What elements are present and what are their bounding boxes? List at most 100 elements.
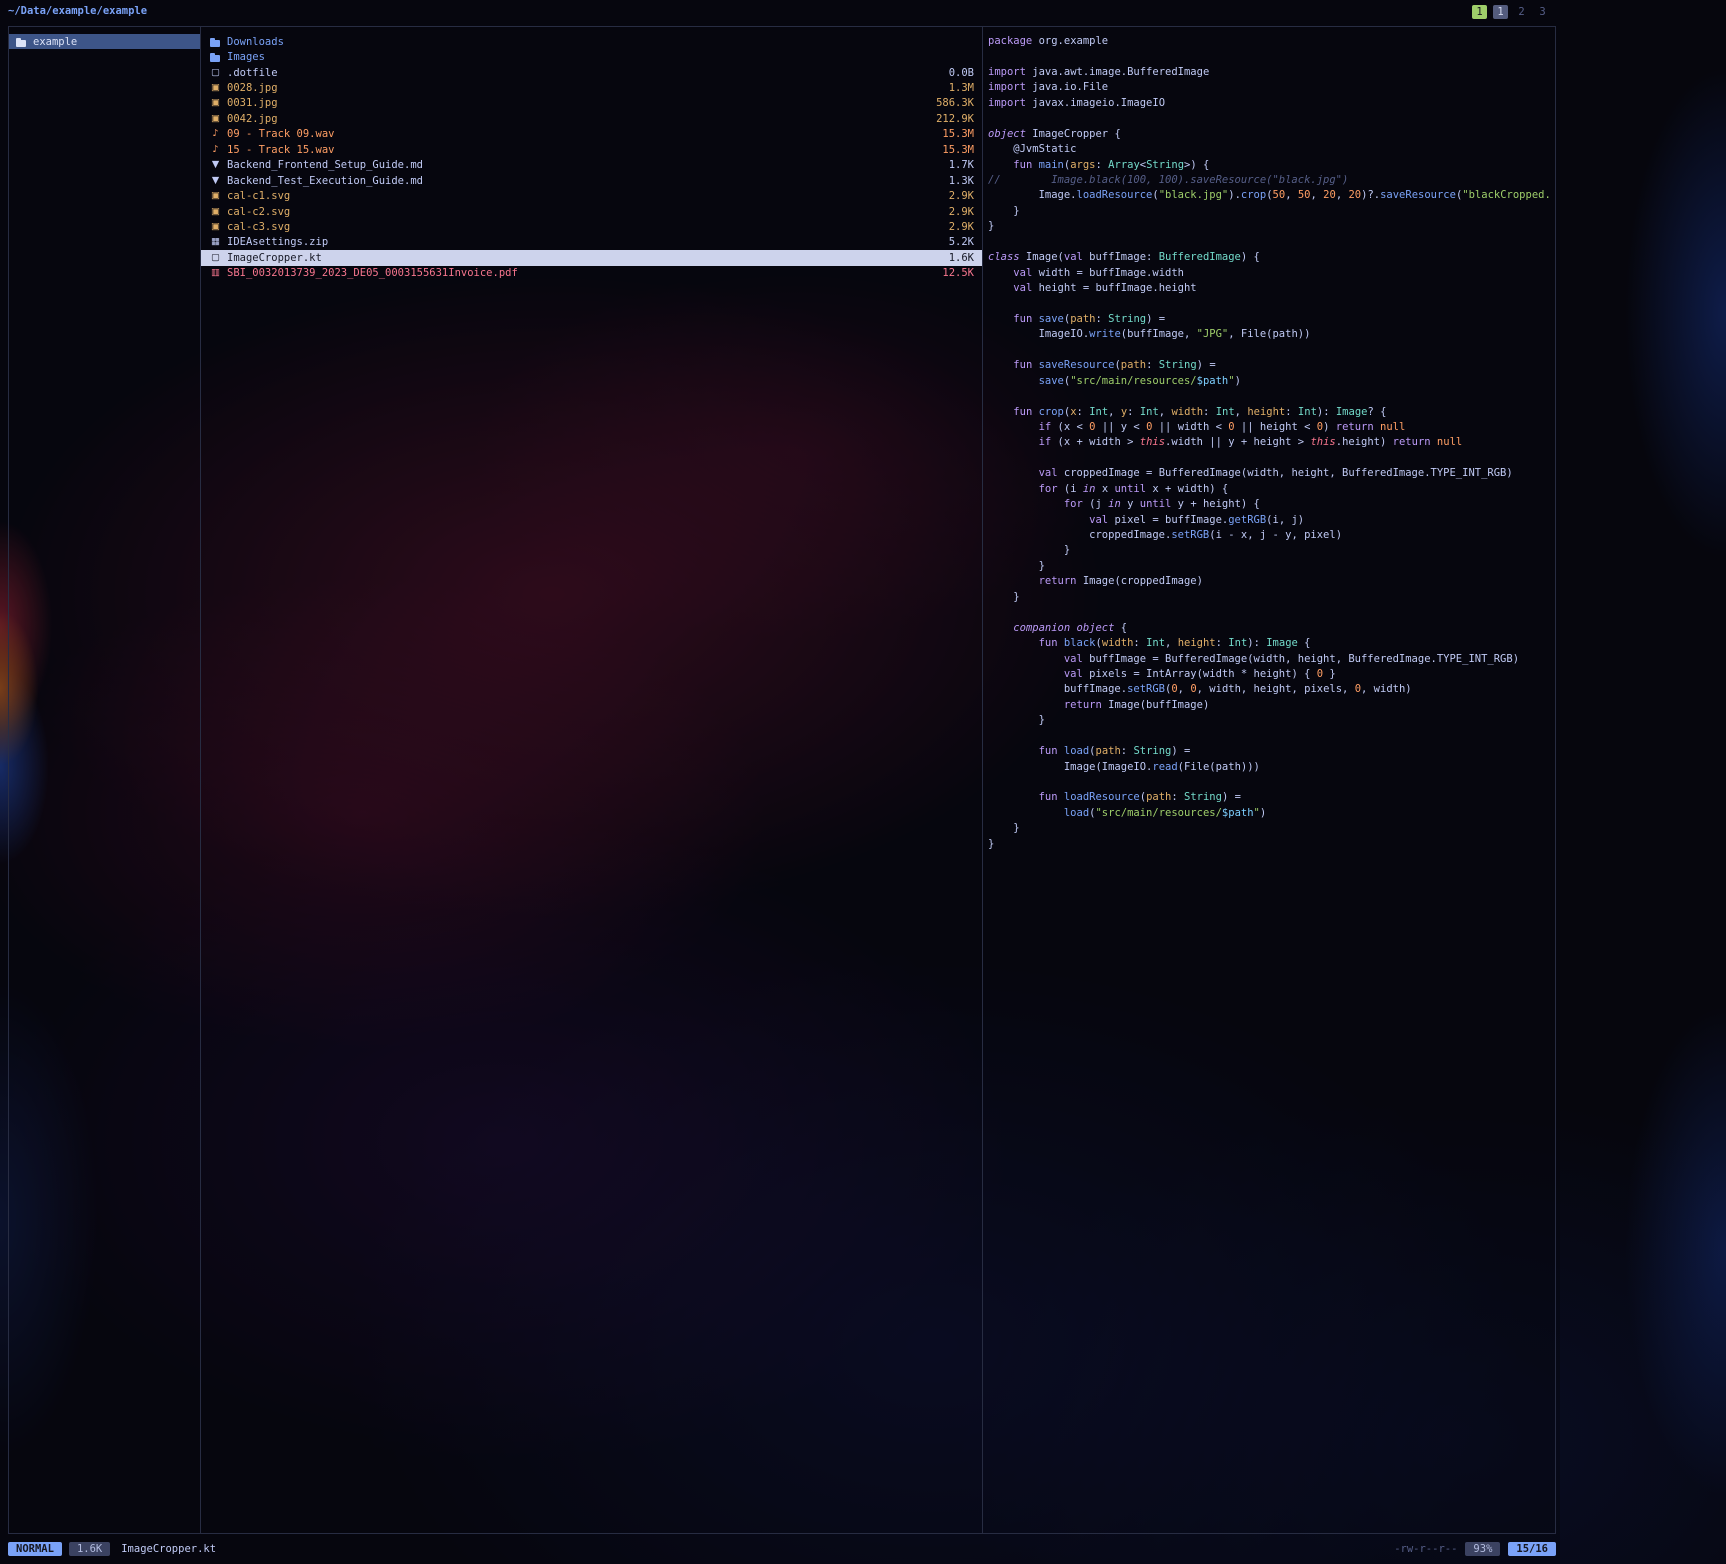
kotlin-icon: ▢ xyxy=(209,252,222,264)
scroll-percent-badge: 93% xyxy=(1465,1542,1500,1556)
image-icon: ▣ xyxy=(209,82,222,94)
file-size: 1.3M xyxy=(939,82,974,94)
parent-list: example xyxy=(9,34,200,49)
tab-2[interactable]: 1 xyxy=(1493,5,1508,19)
code-line: buffImage.setRGB(0, 0, width, height, pi… xyxy=(988,682,1552,697)
file-size-badge: 1.6K xyxy=(69,1542,110,1556)
code-line: val pixel = buffImage.getRGB(i, j) xyxy=(988,513,1552,528)
audio-icon: ♪ xyxy=(209,128,222,140)
file-row[interactable]: ▣0042.jpg212.9K xyxy=(201,111,982,126)
code-line xyxy=(988,296,1552,311)
preview-pane[interactable]: package org.example import java.awt.imag… xyxy=(983,27,1555,1533)
file-row[interactable]: Downloads xyxy=(201,34,982,49)
file-name: IDEAsettings.zip xyxy=(227,236,328,248)
file-row[interactable]: ▥ SBI_0032013739_2023_DE05_0003155631Invo… xyxy=(201,266,982,281)
file-icon: ▢ xyxy=(209,67,222,79)
file-row[interactable]: ▢ ImageCropper.kt 1.6K xyxy=(201,250,982,265)
file-row[interactable]: ▣cal-c2.svg2.9K xyxy=(201,204,982,219)
file-row[interactable]: Images xyxy=(201,49,982,64)
pane-container: example Downloads Images ▢ .dotfile 0.0B ▣ 002… xyxy=(8,26,1556,1534)
code-line xyxy=(988,343,1552,358)
code-line: fun save(path: String) = xyxy=(988,312,1552,327)
code-line: } xyxy=(988,543,1552,558)
code-line: croppedImage.setRGB(i - x, j - y, pixel) xyxy=(988,528,1552,543)
code-line xyxy=(988,775,1552,790)
image-icon: ▣ xyxy=(209,221,222,233)
parent-item[interactable]: example xyxy=(9,34,200,49)
file-row[interactable]: ▣cal-c1.svg2.9K xyxy=(201,188,982,203)
image-icon: ▣ xyxy=(209,206,222,218)
code-line: val pixels = IntArray(width * height) { … xyxy=(988,667,1552,682)
file-name: 15 - Track 15.wav xyxy=(227,144,334,156)
file-name: ImageCropper.kt xyxy=(227,252,322,264)
file-row[interactable]: ♪09 - Track 09.wav15.3M xyxy=(201,127,982,142)
code-line xyxy=(988,729,1552,744)
code-line: import javax.imageio.ImageIO xyxy=(988,96,1552,111)
file-row[interactable]: ▼Backend_Test_Execution_Guide.md1.3K xyxy=(201,173,982,188)
code-line: val croppedImage = BufferedImage(width, … xyxy=(988,466,1552,481)
status-right: -rw-r--r-- 93% 15/16 xyxy=(1394,1542,1556,1556)
file-name: 0028.jpg xyxy=(227,82,278,94)
code-line: fun black(width: Int, height: Int): Imag… xyxy=(988,636,1552,651)
file-size: 2.9K xyxy=(939,221,974,233)
code-line xyxy=(988,605,1552,620)
folder-icon xyxy=(209,36,222,48)
code-line: if (x + width > this.width || y + height… xyxy=(988,435,1552,450)
cursor-position-badge: 15/16 xyxy=(1508,1542,1556,1556)
file-size: 1.6K xyxy=(939,252,974,264)
image-icon: ▣ xyxy=(209,190,222,202)
file-row[interactable]: ▦IDEAsettings.zip5.2K xyxy=(201,235,982,250)
file-row[interactable]: ▼Backend_Frontend_Setup_Guide.md1.7K xyxy=(201,158,982,173)
file-size: 0.0B xyxy=(939,67,974,79)
pdf-icon: ▥ xyxy=(209,267,222,279)
image-icon: ▣ xyxy=(209,97,222,109)
file-row[interactable]: ▢ .dotfile 0.0B xyxy=(201,65,982,80)
code-line: } xyxy=(988,204,1552,219)
code-line: package org.example xyxy=(988,34,1552,49)
file-name: .dotfile xyxy=(227,67,278,79)
file-size: 1.7K xyxy=(939,159,974,171)
tab-1[interactable]: 1 xyxy=(1472,5,1487,19)
file-name: Backend_Test_Execution_Guide.md xyxy=(227,175,423,187)
code-line: for (i in x until x + width) { xyxy=(988,482,1552,497)
tab-bar: 1123 xyxy=(1466,5,1550,19)
code-line: fun load(path: String) = xyxy=(988,744,1552,759)
tab-3[interactable]: 2 xyxy=(1514,5,1529,19)
code-line: } xyxy=(988,219,1552,234)
file-size: 15.3M xyxy=(932,144,974,156)
code-line: save("src/main/resources/$path") xyxy=(988,374,1552,389)
tab-4[interactable]: 3 xyxy=(1535,5,1550,19)
code-line: @JvmStatic xyxy=(988,142,1552,157)
code-line: } xyxy=(988,559,1552,574)
status-bar: NORMAL 1.6K ImageCropper.kt -rw-r--r-- 9… xyxy=(8,1540,1556,1557)
file-name: Downloads xyxy=(227,36,284,48)
code-line: Image(ImageIO.read(File(path))) xyxy=(988,760,1552,775)
file-row[interactable]: ▣0031.jpg586.3K xyxy=(201,96,982,111)
file-permissions: -rw-r--r-- xyxy=(1394,1543,1457,1555)
mode-badge: NORMAL xyxy=(8,1542,62,1556)
code-line: ImageIO.write(buffImage, "JPG", File(pat… xyxy=(988,327,1552,342)
audio-icon: ♪ xyxy=(209,144,222,156)
code-line: for (j in y until y + height) { xyxy=(988,497,1552,512)
file-list: Downloads Images ▢ .dotfile 0.0B ▣ 0028.jpg 1.3… xyxy=(201,34,982,281)
code-line: import java.awt.image.BufferedImage xyxy=(988,65,1552,80)
file-row[interactable]: ▣ 0028.jpg 1.3M xyxy=(201,80,982,95)
file-size: 12.5K xyxy=(932,267,974,279)
file-row[interactable]: ▣cal-c3.svg2.9K xyxy=(201,219,982,234)
file-size: 15.3M xyxy=(932,128,974,140)
code-line: object ImageCropper { xyxy=(988,127,1552,142)
file-size: 5.2K xyxy=(939,236,974,248)
file-size: 2.9K xyxy=(939,206,974,218)
status-filename: ImageCropper.kt xyxy=(121,1543,216,1555)
file-name: Images xyxy=(227,51,265,63)
file-size: 1.3K xyxy=(939,175,974,187)
code-line xyxy=(988,49,1552,64)
file-row[interactable]: ♪ 15 - Track 15.wav 15.3M xyxy=(201,142,982,157)
header-bar: ~/Data/example/example 1123 xyxy=(8,5,1556,23)
code-line: return Image(buffImage) xyxy=(988,698,1552,713)
file-name: SBI_0032013739_2023_DE05_0003155631Invoi… xyxy=(227,267,518,279)
code-line xyxy=(988,451,1552,466)
code-line xyxy=(988,389,1552,404)
file-size: 586.3K xyxy=(926,97,974,109)
code-line: fun crop(x: Int, y: Int, width: Int, hei… xyxy=(988,405,1552,420)
